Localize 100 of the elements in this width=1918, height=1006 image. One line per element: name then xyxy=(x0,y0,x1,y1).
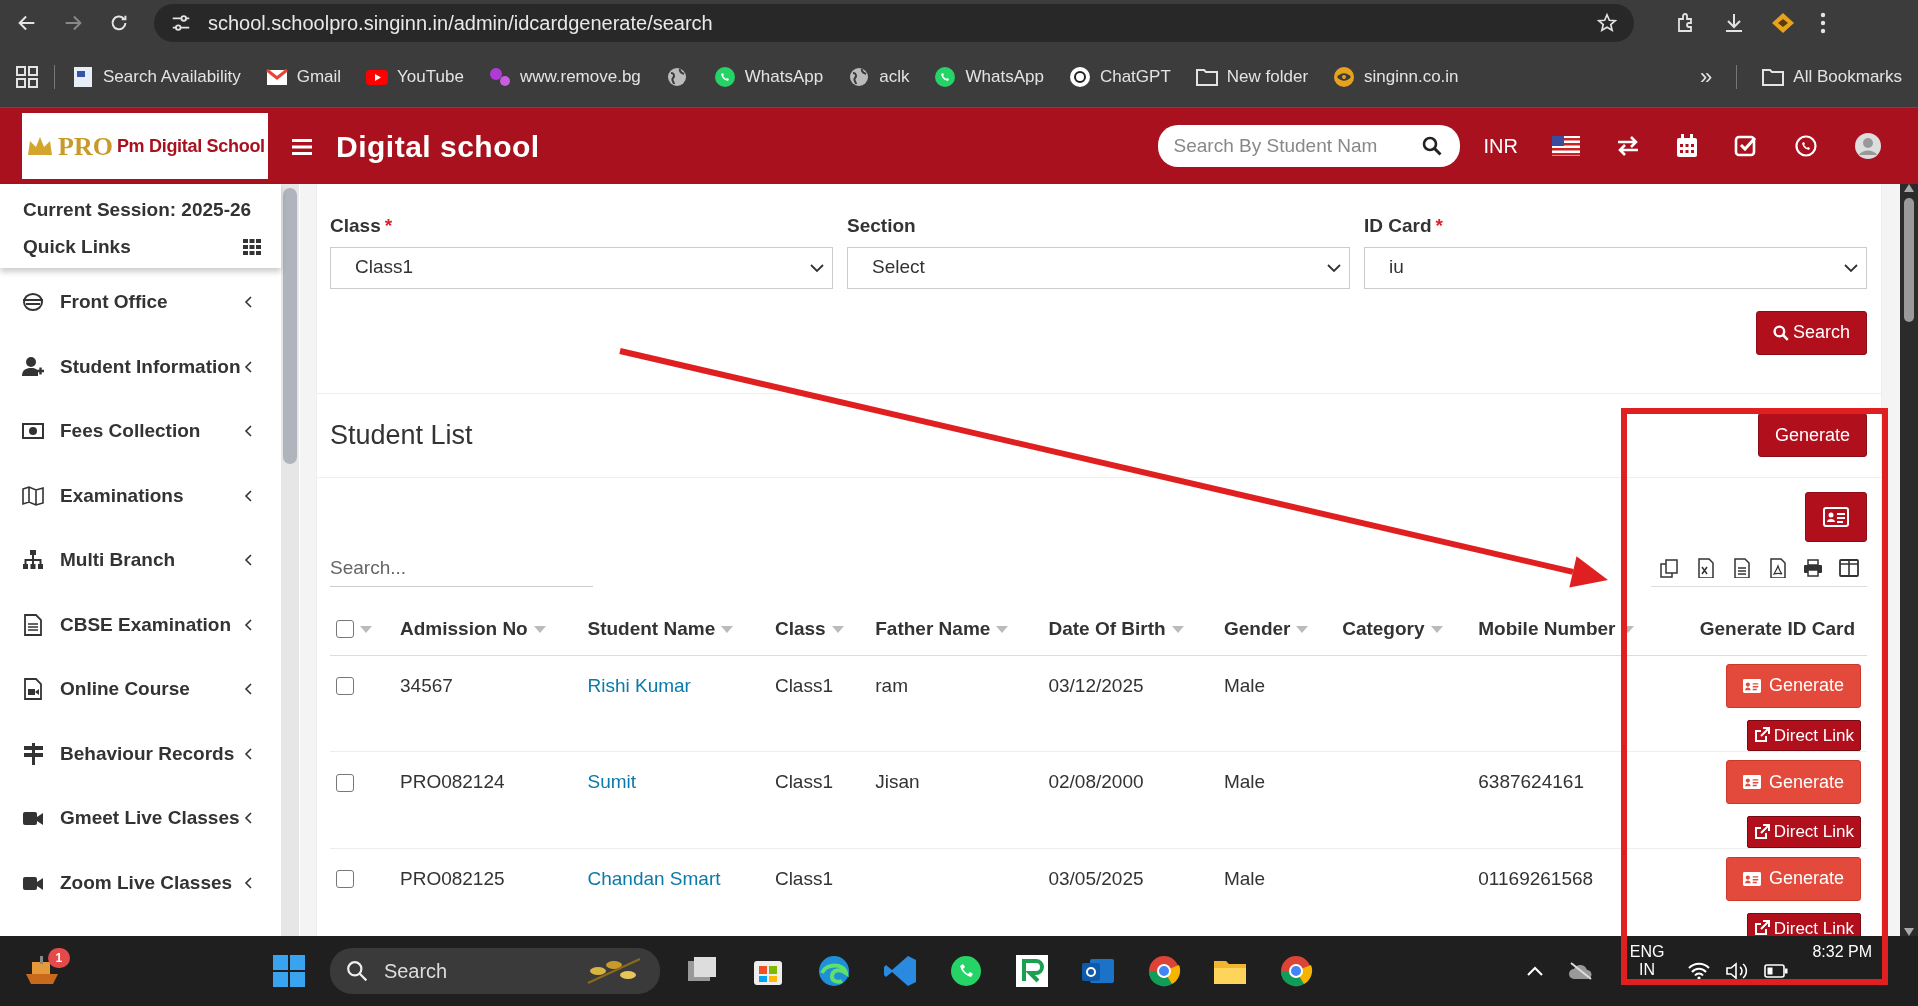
bookmark[interactable]: All Bookmarks xyxy=(1761,63,1902,90)
table-cell: Class1 xyxy=(774,674,833,696)
scrollbar-thumb[interactable] xyxy=(283,188,297,464)
sidebar-item[interactable]: Zoom Live Classes xyxy=(0,850,281,915)
crown-icon xyxy=(26,135,54,157)
wifi-icon[interactable] xyxy=(1688,962,1711,980)
table-cell: Male xyxy=(1223,771,1266,792)
csv-icon[interactable] xyxy=(1731,558,1751,578)
bookmark[interactable]: ChatGPT xyxy=(1067,63,1171,90)
signpost-icon xyxy=(22,742,44,765)
bookmark[interactable]: Search Availability xyxy=(71,63,241,90)
sidebar-item[interactable]: Examinations xyxy=(0,463,281,528)
sidebar-item[interactable]: Multi Branch xyxy=(0,528,281,593)
bookmark[interactable]: WhatsApp xyxy=(933,63,1044,90)
sidebar-item[interactable]: CBSE Examination xyxy=(0,592,281,657)
clock[interactable]: 8:32 PM xyxy=(1812,936,1872,961)
document-icon xyxy=(71,64,95,89)
generate-button[interactable]: Generate xyxy=(1725,663,1861,708)
print-icon[interactable] xyxy=(1803,558,1823,578)
excel-icon[interactable] xyxy=(1695,558,1715,578)
column-header[interactable]: Father Name xyxy=(875,617,991,639)
column-header[interactable]: Admission No xyxy=(400,617,528,639)
id-card-button[interactable] xyxy=(1805,491,1867,542)
knot-icon xyxy=(1067,64,1092,89)
menu-icon[interactable] xyxy=(1820,12,1826,34)
column-header[interactable]: Class xyxy=(774,617,826,639)
column-header[interactable]: Category xyxy=(1342,617,1425,639)
student-name-link[interactable]: Rishi Kumar xyxy=(587,674,691,696)
select-all-checkbox[interactable] xyxy=(336,620,354,639)
site-settings-icon[interactable] xyxy=(170,12,192,34)
swap-icon[interactable] xyxy=(1616,135,1640,157)
chevron-up-icon[interactable] xyxy=(1525,965,1544,977)
curved-r-icon[interactable] xyxy=(1013,953,1050,989)
generate-button[interactable]: Generate xyxy=(1725,760,1861,804)
direct-link-button[interactable]: Direct Link xyxy=(1746,816,1861,848)
bookmark[interactable]: Gmail xyxy=(264,63,342,90)
speaker-icon[interactable] xyxy=(1726,962,1749,980)
search-button[interactable]: Search xyxy=(1755,310,1867,355)
pdf-icon[interactable] xyxy=(1767,558,1787,578)
star-icon[interactable] xyxy=(1596,12,1618,34)
student-search-field[interactable]: Search By Student Nam xyxy=(1157,125,1460,167)
diamond-icon[interactable] xyxy=(1770,11,1796,35)
language-indicator[interactable]: ENG IN xyxy=(1629,936,1665,979)
bookmark[interactable]: YouTube xyxy=(365,63,464,90)
battery-icon[interactable] xyxy=(1764,964,1789,978)
copy-icon[interactable] xyxy=(1659,558,1679,578)
user-add-icon xyxy=(22,355,44,378)
scrollbar-thumb[interactable] xyxy=(1904,198,1914,322)
direct-link-button[interactable]: Direct Link xyxy=(1746,912,1861,936)
sidebar-item[interactable]: Front Office xyxy=(0,270,281,335)
chevron-left-icon xyxy=(243,682,255,697)
currency-selector[interactable]: INR xyxy=(1483,131,1518,161)
chat-icon xyxy=(712,64,737,89)
sidebar-item[interactable]: Fees Collection xyxy=(0,399,281,464)
external-link-icon xyxy=(1753,823,1770,840)
bookmark[interactable]: www.remove.bg xyxy=(487,63,641,90)
bookmark[interactable]: aclk xyxy=(847,63,910,90)
grid-icon[interactable] xyxy=(243,238,261,255)
map-icon xyxy=(22,484,44,507)
more-bookmarks-button[interactable]: » xyxy=(1700,60,1713,93)
windows-icon[interactable] xyxy=(271,954,306,988)
direct-link-button[interactable]: Direct Link xyxy=(1746,719,1861,751)
select-field[interactable]: Class1 xyxy=(330,246,833,289)
column-header[interactable]: Student Name xyxy=(587,617,716,639)
caret-icon xyxy=(1844,262,1858,273)
external-link-icon xyxy=(1753,920,1770,936)
column-header[interactable]: Generate ID Card xyxy=(1699,617,1855,639)
student-name-link[interactable]: Chandan Smart xyxy=(587,867,721,889)
columns-icon[interactable] xyxy=(1839,558,1859,578)
menu-icon[interactable] xyxy=(292,137,312,156)
sidebar-item[interactable]: Student Information xyxy=(0,334,281,399)
row-checkbox[interactable] xyxy=(336,677,354,696)
cloud-icon[interactable] xyxy=(1567,961,1594,981)
taskbar-search-field[interactable]: Search xyxy=(329,948,660,994)
field-label: ID Card xyxy=(1364,214,1432,238)
row-checkbox[interactable] xyxy=(336,774,354,792)
flag-icon[interactable] xyxy=(1552,136,1580,156)
bookmark[interactable]: singinn.co.in xyxy=(1332,63,1459,90)
sidebar-item[interactable]: Online Course xyxy=(0,657,281,722)
bookmark[interactable]: WhatsApp xyxy=(712,63,824,90)
select-field[interactable]: iu xyxy=(1364,246,1867,289)
row-checkbox[interactable] xyxy=(336,870,354,889)
code-ribbon-icon[interactable] xyxy=(881,953,918,989)
chevron-left-icon xyxy=(243,488,255,503)
generate-button[interactable]: Generate xyxy=(1757,413,1867,457)
table-cell: Male xyxy=(1223,674,1266,696)
checkbox-icon[interactable] xyxy=(1734,134,1758,158)
column-header[interactable]: Date Of Birth xyxy=(1048,617,1166,639)
apps-grid-icon[interactable] xyxy=(16,65,38,88)
avatar-icon[interactable] xyxy=(1854,132,1882,160)
column-header[interactable]: Gender xyxy=(1223,617,1291,639)
select-field[interactable]: Select xyxy=(847,246,1350,289)
student-name-link[interactable]: Sumit xyxy=(587,771,637,792)
sidebar-item[interactable]: Behaviour Records xyxy=(0,721,281,786)
column-header[interactable]: Mobile Number xyxy=(1478,617,1616,639)
sidebar-item[interactable]: Gmeet Live Classes xyxy=(0,786,281,851)
generate-button[interactable]: Generate xyxy=(1725,856,1861,901)
calendar-icon[interactable] xyxy=(1676,134,1698,158)
bookmark[interactable]: New folder xyxy=(1194,63,1309,90)
chat-icon[interactable] xyxy=(1794,134,1818,158)
